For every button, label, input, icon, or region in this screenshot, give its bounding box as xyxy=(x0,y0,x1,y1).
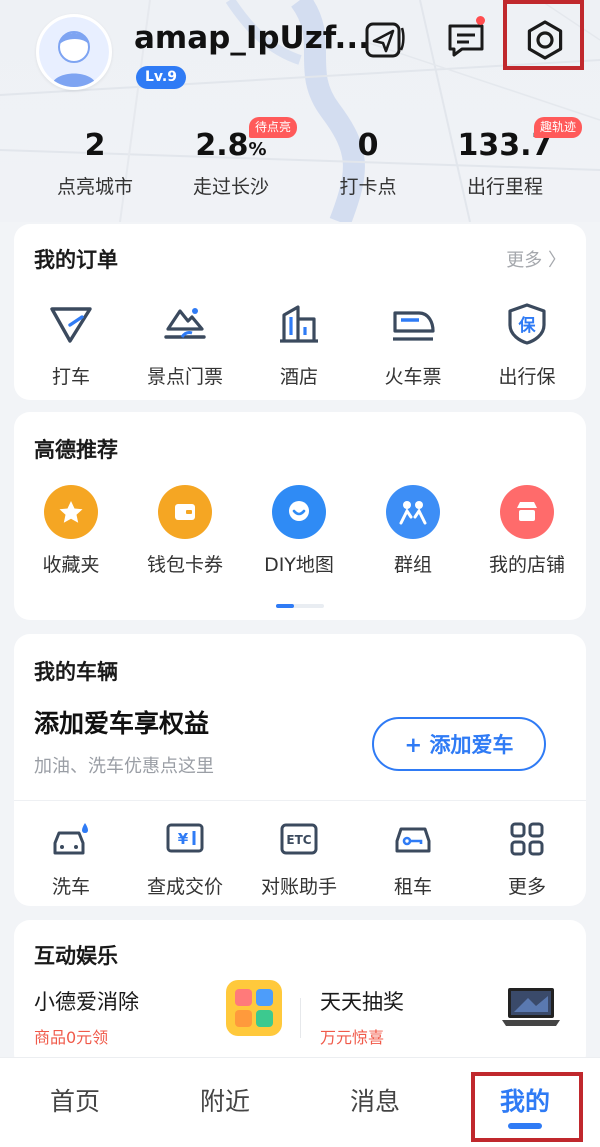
vehicle-title: 我的车辆 xyxy=(34,660,118,684)
stat-label: 打卡点 xyxy=(339,176,397,198)
insurance-icon: 保 xyxy=(508,303,546,345)
vehicle-subtitle: 加油、洗车优惠点这里 xyxy=(34,756,214,777)
mine-highlight-box xyxy=(471,1072,583,1142)
avatar-person-icon xyxy=(39,17,109,87)
daily-lottery[interactable]: 天天抽奖 万元惊喜 xyxy=(320,986,404,1048)
stat-value: 2.8 xyxy=(195,128,249,163)
stat-checkins[interactable]: 0 打卡点 xyxy=(313,126,423,199)
divider xyxy=(14,800,586,801)
orders-more-link[interactable]: 更多 〉 xyxy=(506,246,566,272)
car-rental-icon xyxy=(395,827,431,853)
stat-label: 走过长沙 xyxy=(192,176,269,198)
stat-value: 2 xyxy=(84,128,106,163)
tab-messages[interactable]: 消息 xyxy=(300,1082,450,1118)
vehicle-label: 洗车 xyxy=(51,876,90,898)
recommend-title: 高德推荐 xyxy=(34,438,118,462)
order-scenic-ticket[interactable]: 景点门票 xyxy=(128,296,242,389)
train-icon xyxy=(393,311,435,341)
order-label: 火车票 xyxy=(384,366,442,388)
entertainment-title: 互动娱乐 xyxy=(34,944,118,968)
share-button[interactable] xyxy=(362,18,406,62)
vehicle-car-wash[interactable]: 洗车 xyxy=(14,816,128,899)
add-car-button[interactable]: + 添加爱车 xyxy=(372,717,546,771)
wallet-icon xyxy=(158,485,212,539)
order-label: 打车 xyxy=(51,366,90,388)
page-indicator xyxy=(276,604,324,608)
messages-button[interactable] xyxy=(444,16,488,62)
order-taxi[interactable]: 打车 xyxy=(14,296,128,389)
tab-nearby[interactable]: 附近 xyxy=(150,1082,300,1118)
lottery-title: 天天抽奖 xyxy=(320,990,404,1014)
shop-icon xyxy=(500,485,554,539)
recommend-my-shop[interactable]: 我的店铺 xyxy=(470,484,584,577)
taxi-icon xyxy=(50,307,92,343)
vehicle-label: 租车 xyxy=(393,876,432,898)
vehicle-label: 更多 xyxy=(507,876,546,898)
send-plane-icon xyxy=(365,22,405,58)
order-label: 景点门票 xyxy=(146,366,223,388)
divider xyxy=(300,998,301,1038)
vehicle-headline: 添加爱车享权益 xyxy=(34,709,210,738)
fun-track-tag: 趣轨迹 xyxy=(534,117,583,138)
order-hotel[interactable]: 酒店 xyxy=(242,296,356,389)
group-icon xyxy=(386,485,440,539)
hotel-icon xyxy=(280,305,318,343)
stat-value: 0 xyxy=(357,128,379,163)
order-label: 酒店 xyxy=(279,366,318,388)
settings-highlight-box xyxy=(503,0,584,70)
svg-text:¥: ¥ xyxy=(178,830,189,848)
vehicle-label: 对账助手 xyxy=(260,876,337,898)
recommend-label: DIY地图 xyxy=(264,554,334,576)
level-badge[interactable]: Lv.9 xyxy=(136,66,186,89)
order-train[interactable]: 火车票 xyxy=(356,296,470,389)
recommend-wallet[interactable]: 钱包卡券 xyxy=(128,484,242,577)
recommend-diy-map[interactable]: DIY地图 xyxy=(242,484,356,577)
recommend-label: 我的店铺 xyxy=(488,554,565,576)
svg-text:保: 保 xyxy=(518,315,537,336)
unread-dot xyxy=(476,16,485,25)
scenic-ticket-icon xyxy=(164,308,206,339)
tab-home[interactable]: 首页 xyxy=(0,1082,150,1118)
recommend-groups[interactable]: 群组 xyxy=(356,484,470,577)
svg-text:ETC: ETC xyxy=(286,833,311,847)
lottery-subtitle: 万元惊喜 xyxy=(320,1028,385,1047)
orders-title: 我的订单 xyxy=(34,248,118,272)
username[interactable]: amap_IpUzf... xyxy=(134,20,370,56)
grid-more-icon xyxy=(510,822,544,856)
pending-light-tag: 待点亮 xyxy=(249,117,298,138)
recommend-favorites[interactable]: 收藏夹 xyxy=(14,484,128,577)
stats-row: 2 点亮城市 2.8% 走过长沙 0 打卡点 133.7 出行里程 xyxy=(0,126,600,206)
laptop-prize-image[interactable] xyxy=(498,984,564,1032)
match-game-icon[interactable] xyxy=(226,980,282,1036)
vehicle-card: 我的车辆 添加爱车享权益 加油、洗车优惠点这里 + 添加爱车 洗车 ¥ 查成交价… xyxy=(14,634,586,906)
game-title: 小德爱消除 xyxy=(34,990,139,1014)
recommend-card: 高德推荐 收藏夹 钱包卡券 DIY地图 群组 我的店铺 xyxy=(14,412,586,620)
smile-pin-icon xyxy=(272,485,326,539)
order-insurance[interactable]: 保 出行保 xyxy=(470,296,584,389)
vehicle-label: 查成交价 xyxy=(146,876,223,898)
stat-unit: % xyxy=(248,139,267,160)
entertainment-card: 互动娱乐 小德爱消除 商品0元领 天天抽奖 万元惊喜 xyxy=(14,920,586,1070)
chevron-right-icon: 〉 xyxy=(548,250,566,271)
orders-card: 我的订单 更多 〉 打车 景点门票 酒店 火车票 保 出行保 xyxy=(14,224,586,400)
stat-label: 出行里程 xyxy=(466,176,543,198)
game-subtitle: 商品0元领 xyxy=(34,1028,109,1047)
vehicle-price-check[interactable]: ¥ 查成交价 xyxy=(128,816,242,899)
stat-cities[interactable]: 2 点亮城市 xyxy=(40,126,150,199)
game-xiaode-match[interactable]: 小德爱消除 商品0元领 xyxy=(34,986,139,1048)
vehicle-car-rental[interactable]: 租车 xyxy=(356,816,470,899)
stat-label: 点亮城市 xyxy=(56,176,133,198)
more-label: 更多 xyxy=(506,250,543,271)
avatar[interactable] xyxy=(36,14,112,90)
vehicle-more[interactable]: 更多 xyxy=(470,816,584,899)
recommend-label: 钱包卡券 xyxy=(146,554,223,576)
vehicle-etc-assistant[interactable]: ETC 对账助手 xyxy=(242,816,356,899)
etc-icon: ETC xyxy=(280,823,318,855)
recommend-label: 群组 xyxy=(393,554,432,576)
recommend-label: 收藏夹 xyxy=(42,554,100,576)
star-icon xyxy=(44,485,98,539)
order-label: 出行保 xyxy=(498,366,556,388)
car-wash-icon xyxy=(53,823,88,855)
price-icon: ¥ xyxy=(166,823,204,853)
